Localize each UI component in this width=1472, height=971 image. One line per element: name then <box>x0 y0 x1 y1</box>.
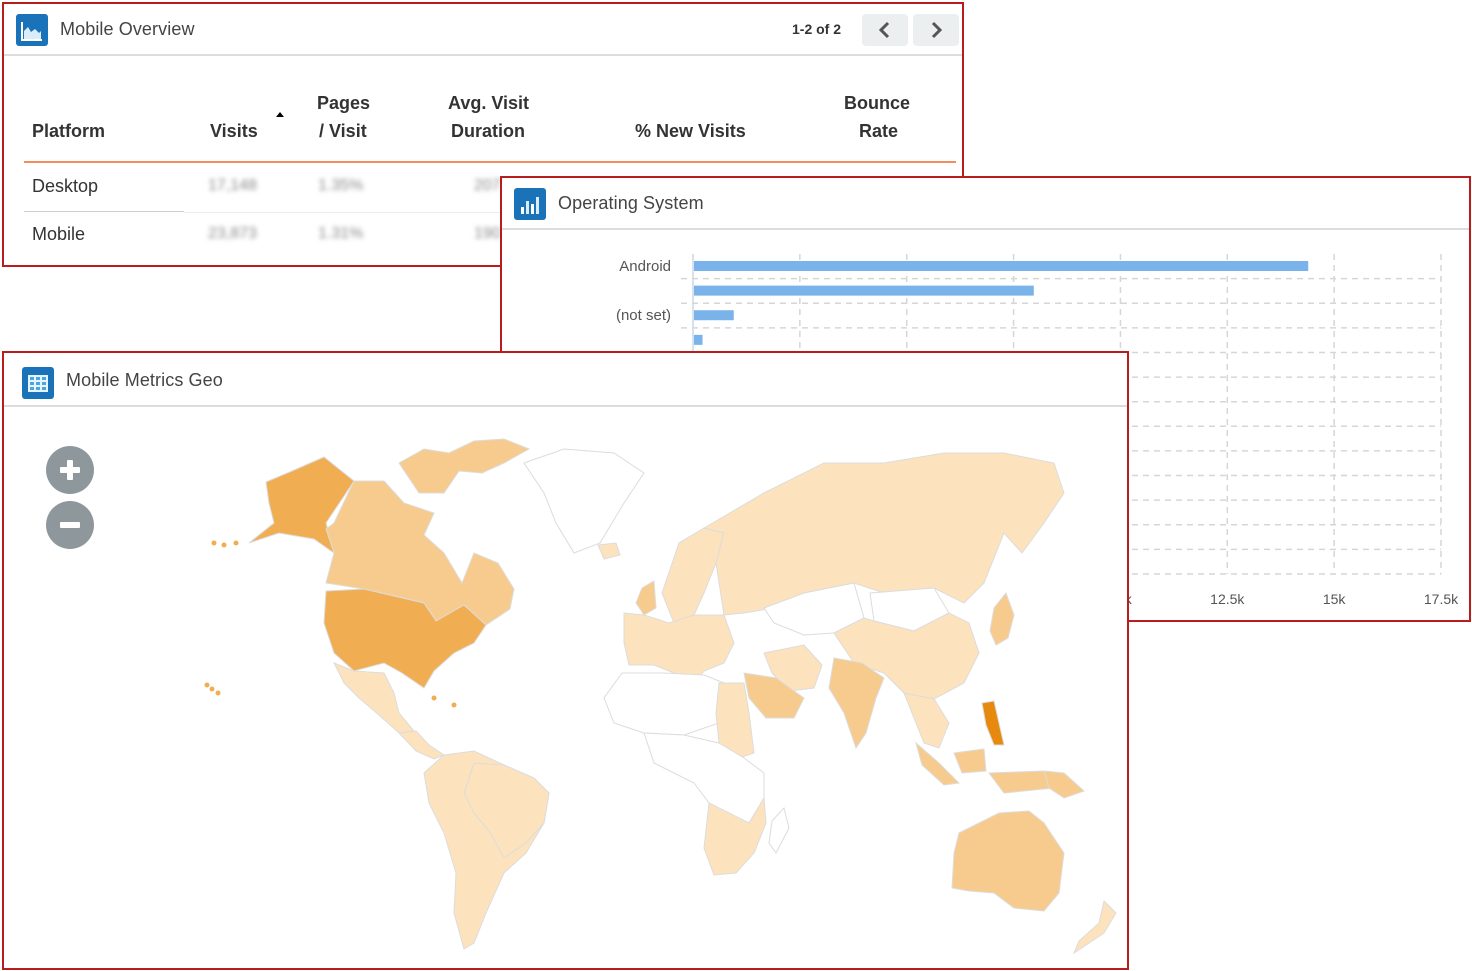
region-north-africa[interactable] <box>603 672 725 736</box>
category-label: Android <box>619 258 671 275</box>
island-marker <box>209 686 215 692</box>
column-header-avg-visit-duration-line2[interactable]: Duration <box>451 117 525 146</box>
island-marker <box>431 695 437 701</box>
x-tick-label: 17.5k <box>1424 591 1459 607</box>
column-header-pages-per-visit-line2[interactable]: / Visit <box>319 117 367 146</box>
sort-ascending-icon <box>276 112 284 117</box>
region-indonesia[interactable] <box>915 741 1055 794</box>
x-tick-label: 15k <box>1323 591 1347 607</box>
column-header-platform[interactable]: Platform <box>32 117 105 146</box>
chevron-left-icon <box>878 21 890 39</box>
region-australia[interactable] <box>951 810 1065 912</box>
region-india[interactable] <box>828 657 885 750</box>
table-grid-icon <box>22 367 54 399</box>
zoom-in-button[interactable] <box>46 446 94 494</box>
card-header: Operating System <box>502 178 1469 230</box>
region-canadian-arctic-islands[interactable] <box>398 438 531 494</box>
column-header-visits[interactable]: Visits <box>210 117 258 146</box>
bar-(not set)[interactable] <box>694 310 734 321</box>
region-madagascar[interactable] <box>768 806 790 854</box>
bar-row-4[interactable] <box>694 334 703 345</box>
card-header: Mobile Overview 1-2 of 2 <box>4 4 962 56</box>
bar-chart-icon <box>514 188 546 220</box>
cell-avg-visit-duration: 190 <box>474 225 501 242</box>
bar-Android[interactable] <box>694 261 1309 271</box>
column-header-bounce-rate-line2[interactable]: Rate <box>859 117 898 146</box>
region-united-kingdom[interactable] <box>635 580 657 616</box>
region-southeast-asia[interactable] <box>903 692 950 749</box>
header-divider <box>24 161 956 163</box>
x-tick-label: 12.5k <box>1210 591 1245 607</box>
region-philippines[interactable] <box>981 700 1005 746</box>
chevron-right-icon <box>931 21 943 39</box>
island-marker <box>215 690 221 696</box>
next-page-button[interactable] <box>913 14 959 46</box>
card-title: Mobile Overview <box>60 19 195 39</box>
column-header-pages-per-visit-line1[interactable]: Pages <box>317 89 370 118</box>
region-central-america[interactable] <box>397 730 446 760</box>
mobile-metrics-geo-card: Mobile Metrics Geo <box>2 351 1129 970</box>
pager-label: 1-2 of 2 <box>792 21 842 37</box>
card-header: Mobile Metrics Geo <box>4 353 1127 407</box>
column-header-pct-new-visits[interactable]: % New Visits <box>635 117 746 146</box>
region-greenland[interactable] <box>523 448 645 554</box>
cell-visits: 23,873 <box>208 225 257 242</box>
column-header-bounce-rate-line1[interactable]: Bounce <box>844 89 910 118</box>
previous-page-button[interactable] <box>862 14 908 46</box>
island-marker <box>204 682 210 688</box>
bar-row-2[interactable] <box>694 285 1034 296</box>
column-header-avg-visit-duration-line1[interactable]: Avg. Visit <box>448 89 529 118</box>
island-marker <box>451 702 457 708</box>
card-title: Operating System <box>558 193 704 213</box>
zoom-out-button[interactable] <box>46 501 94 549</box>
region-papua-new-guinea[interactable] <box>1043 770 1085 799</box>
card-title: Mobile Metrics Geo <box>66 370 223 390</box>
category-label: (not set) <box>616 307 671 324</box>
cell-avg-visit-duration: 207 <box>474 177 501 194</box>
cell-visits: 17,148 <box>208 177 257 194</box>
cell-platform: Mobile <box>32 224 86 244</box>
region-japan[interactable] <box>989 591 1015 646</box>
island-marker <box>221 542 227 548</box>
world-choropleth-map[interactable] <box>4 353 1127 968</box>
cell-platform: Desktop <box>32 176 99 196</box>
area-chart-icon <box>16 14 48 46</box>
region-iceland[interactable] <box>597 542 621 560</box>
island-marker <box>211 540 217 546</box>
region-new-zealand[interactable] <box>1072 900 1117 955</box>
cell-pages-per-visit: 1.31% <box>318 225 364 242</box>
cell-pages-per-visit: 1.35% <box>318 177 364 194</box>
row-divider <box>24 211 184 212</box>
region-scandinavia[interactable] <box>661 527 725 624</box>
island-marker <box>233 540 239 546</box>
region-russia[interactable] <box>702 452 1065 616</box>
